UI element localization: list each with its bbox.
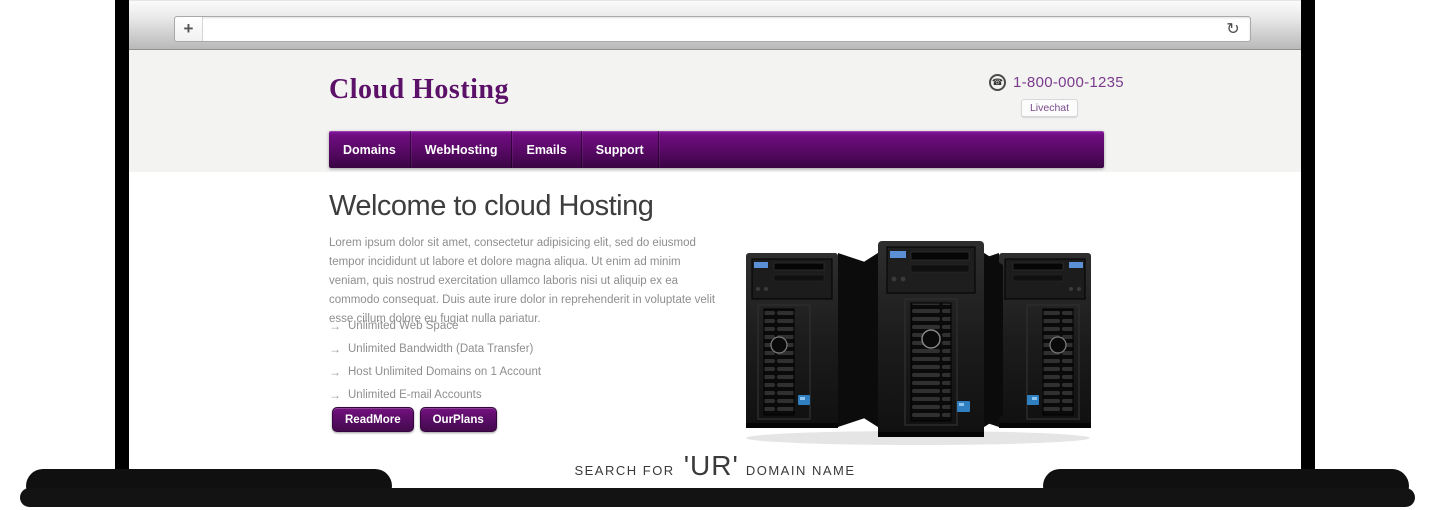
browser-toolbar: + ↻ <box>129 0 1301 50</box>
arrow-bullet-icon: → <box>329 319 341 333</box>
arrow-bullet-icon: → <box>329 342 341 356</box>
feature-label: Host Unlimited Domains on 1 Account <box>348 366 541 378</box>
list-item: → Host Unlimited Domains on 1 Account <box>329 360 541 383</box>
search-prefix: SEARCH FOR <box>574 463 674 478</box>
server-towers-image <box>741 235 1096 447</box>
list-item: → Unlimited Bandwidth (Data Transfer) <box>329 337 541 360</box>
nav-item-domains[interactable]: Domains <box>329 131 411 168</box>
list-item: → Unlimited Web Space <box>329 314 541 337</box>
browser-window: + ↻ Cloud Hosting ☎ 1-800-000-1235 Livec… <box>115 0 1315 492</box>
phone-number[interactable]: 1-800-000-1235 <box>1013 74 1124 91</box>
browser-frame-left <box>115 0 129 492</box>
feature-label: Unlimited Web Space <box>348 320 458 332</box>
arrow-bullet-icon: → <box>329 388 341 402</box>
site-logo[interactable]: Cloud Hosting <box>329 74 509 106</box>
address-bar: + ↻ <box>174 16 1251 42</box>
refresh-icon: ↻ <box>1226 19 1239 39</box>
nav-item-support[interactable]: Support <box>582 131 659 168</box>
nav-item-emails[interactable]: Emails <box>512 131 581 168</box>
feature-label: Unlimited Bandwidth (Data Transfer) <box>348 343 533 355</box>
search-highlight: 'UR' <box>684 450 739 482</box>
phone-block: ☎ 1-800-000-1235 <box>989 74 1124 91</box>
ourplans-button[interactable]: OurPlans <box>420 407 497 432</box>
url-input[interactable] <box>203 17 1216 41</box>
main-navigation: Domains WebHosting Emails Support <box>329 131 1104 168</box>
nav-item-webhosting[interactable]: WebHosting <box>411 131 513 168</box>
livechat-button[interactable]: Livechat <box>1021 99 1078 117</box>
mockup-shadow-bar <box>20 488 1415 507</box>
web-page: Cloud Hosting ☎ 1-800-000-1235 Livechat … <box>129 50 1301 492</box>
browser-frame-right <box>1301 0 1315 492</box>
refresh-button[interactable]: ↻ <box>1216 17 1250 41</box>
plus-icon: + <box>184 19 194 39</box>
new-tab-button[interactable]: + <box>175 17 203 41</box>
page-title: Welcome to cloud Hosting <box>329 190 653 223</box>
arrow-bullet-icon: → <box>329 365 341 379</box>
list-item: → Unlimited E-mail Accounts <box>329 383 541 406</box>
readmore-button[interactable]: ReadMore <box>332 407 414 432</box>
cta-buttons: ReadMore OurPlans <box>332 407 497 432</box>
feature-label: Unlimited E-mail Accounts <box>348 389 482 401</box>
feature-list: → Unlimited Web Space → Unlimited Bandwi… <box>329 314 541 406</box>
search-suffix: DOMAIN NAME <box>746 463 856 478</box>
phone-icon: ☎ <box>989 74 1006 91</box>
